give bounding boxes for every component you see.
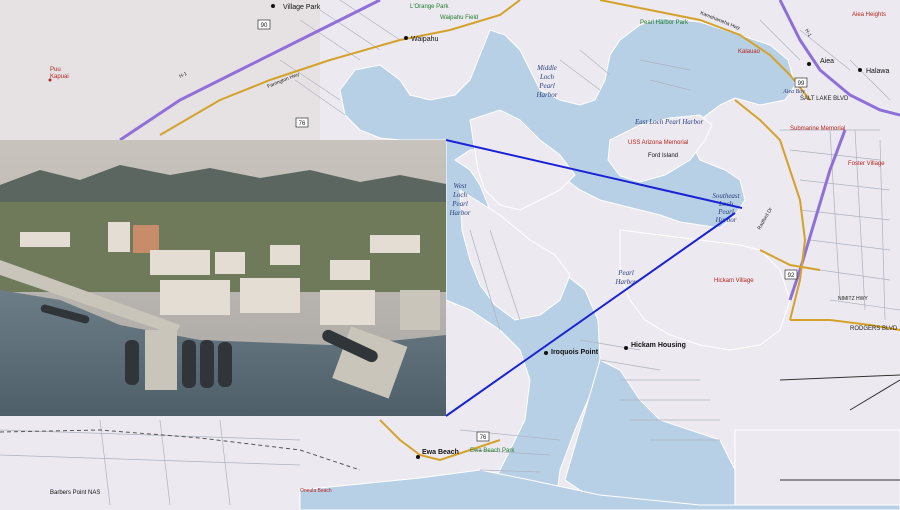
photo-building xyxy=(320,290,375,325)
label-aiea-bay: Aiea Bay xyxy=(782,89,805,95)
upland-area xyxy=(0,0,320,140)
label-ewa-beach-park: Ewa Beach Park xyxy=(470,448,515,454)
place-dot xyxy=(404,36,408,40)
label-hickam-housing: Hickam Housing xyxy=(631,342,686,349)
label-kalauao: Kalauao xyxy=(738,49,761,55)
route-shield-label: 90 xyxy=(261,23,268,29)
label-nimitz-hwy: NIMITZ HWY xyxy=(838,296,868,302)
photo-building xyxy=(270,245,300,265)
photo-building xyxy=(330,260,370,280)
label-east-loch: East Loch Pearl Harbor xyxy=(634,118,704,126)
photo-building xyxy=(150,250,210,275)
label-halawa: Halawa xyxy=(866,68,889,75)
label-aiea: Aiea xyxy=(820,58,834,65)
place-dot xyxy=(416,455,420,459)
photo-pier xyxy=(400,290,440,330)
route-shield-label: 76 xyxy=(299,121,306,127)
label-oneula-beach: Oneula Beach xyxy=(300,488,332,494)
photo-building xyxy=(215,252,245,274)
label-l-orange-park: L'Orange Park xyxy=(410,4,449,10)
label-submarine-memorial: Submarine Memorial xyxy=(790,126,845,132)
photo-building xyxy=(240,278,300,313)
photo-building xyxy=(160,280,230,315)
label-barbers-point-nas: Barbers Point NAS xyxy=(50,490,100,496)
label-rodgers-blvd: RODGERS BLVD xyxy=(850,326,898,332)
photo-building xyxy=(20,232,70,247)
photo-building xyxy=(370,235,420,253)
label-waipahu-field: Waipahu Field xyxy=(440,15,478,21)
label-uss-arizona: USS Arizona Memorial xyxy=(628,140,688,146)
place-dot xyxy=(271,4,275,8)
place-dot xyxy=(544,351,548,355)
label-foster-village: Foster Village xyxy=(848,161,885,167)
airfield-area xyxy=(734,429,900,506)
photo-building xyxy=(108,222,130,252)
photo-pier xyxy=(145,330,177,390)
label-pearl-harbor-park: Pearl Harbor Park xyxy=(640,20,689,26)
aerial-photo-inset xyxy=(0,140,446,416)
map-view[interactable]: 90 76 92 76 99 Village Park Waipahu Puu K… xyxy=(0,0,900,510)
route-shield-label: 92 xyxy=(788,273,795,279)
label-hickam-village: Hickam Village xyxy=(714,278,754,284)
route-shield-label: 99 xyxy=(798,81,805,87)
photo-submarine xyxy=(200,340,214,388)
photo-submarine xyxy=(182,340,196,388)
label-middle-loch: Middle Loch Pearl Harbor xyxy=(535,64,557,99)
place-dot xyxy=(807,62,811,66)
label-village-park: Village Park xyxy=(283,4,321,11)
route-shield-label: 76 xyxy=(480,435,487,441)
label-waipahu: Waipahu xyxy=(411,36,438,43)
label-iroquois-point: Iroquois Point xyxy=(551,349,599,356)
label-aiea-heights: Aiea Heights xyxy=(852,12,886,18)
place-dot xyxy=(624,346,628,350)
label-ewa-beach: Ewa Beach xyxy=(422,449,459,456)
photo-building xyxy=(133,225,159,253)
place-dot xyxy=(858,68,862,72)
label-salt-lake-blvd: SALT LAKE BLVD xyxy=(800,96,849,102)
photo-submarine xyxy=(125,340,139,385)
label-ford-island: Ford Island xyxy=(648,153,678,159)
photo-submarine xyxy=(218,342,232,387)
